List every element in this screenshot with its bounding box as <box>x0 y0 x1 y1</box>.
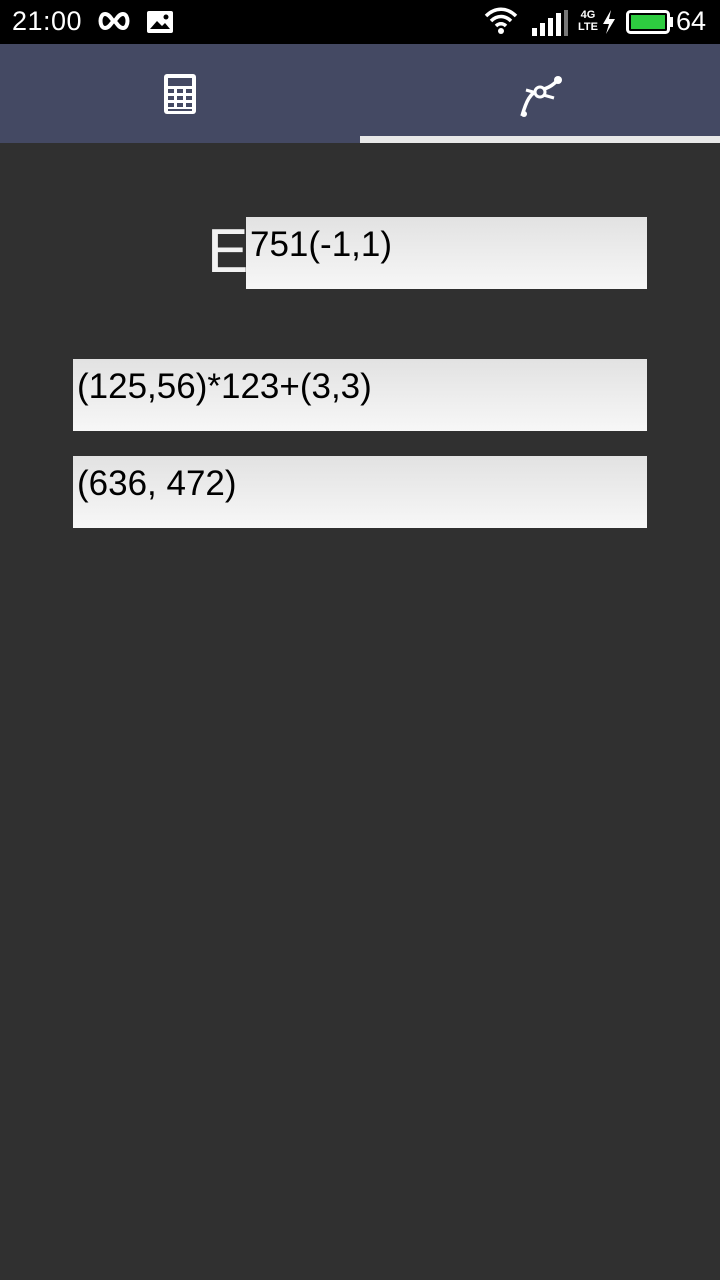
calculator-icon <box>164 74 196 114</box>
status-bar: 21:00 4G LTE 64 <box>0 0 720 44</box>
cell-signal-icon <box>532 10 568 36</box>
infinity-icon <box>98 11 130 31</box>
result-field[interactable]: (636, 472) <box>73 456 647 528</box>
battery-level: 64 <box>676 6 707 36</box>
image-notification-icon <box>147 11 173 33</box>
network-type-bottom: LTE <box>578 21 598 33</box>
curve-label: E <box>207 217 249 286</box>
wifi-icon <box>484 7 518 34</box>
curve-input[interactable]: 751(-1,1) <box>246 217 647 289</box>
tab-calculator[interactable] <box>0 44 360 143</box>
charging-bolt-icon <box>603 10 615 34</box>
status-time: 21:00 <box>12 6 83 36</box>
network-type: 4G LTE <box>578 9 598 33</box>
expression-input[interactable]: (125,56)*123+(3,3) <box>73 359 647 431</box>
curve-icon <box>520 76 562 117</box>
battery-icon <box>626 10 673 34</box>
tab-bar <box>0 44 720 143</box>
network-type-top: 4G <box>580 9 596 21</box>
tab-curve[interactable] <box>360 44 720 143</box>
tab-indicator <box>360 136 720 143</box>
